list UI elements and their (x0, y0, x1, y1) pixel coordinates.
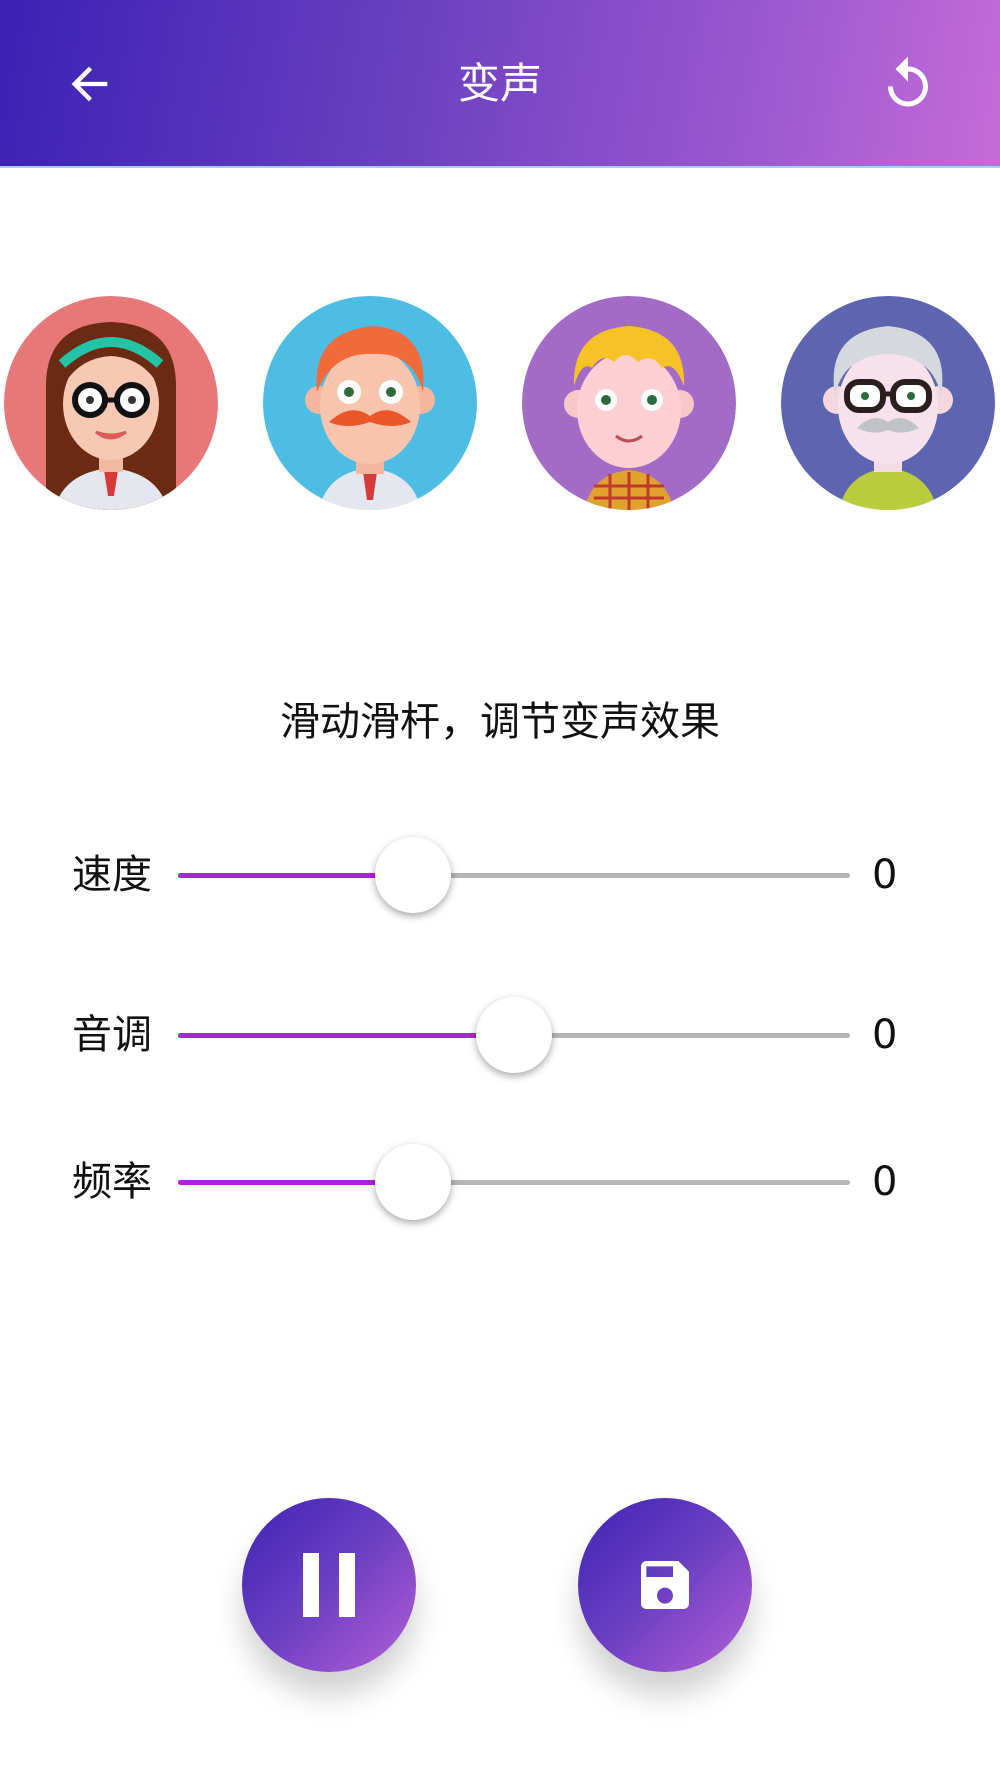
frequency-slider-row: 频率 0 (0, 1137, 1000, 1227)
app-header: 变声 (0, 0, 1000, 168)
refresh-icon (888, 56, 928, 107)
pitch-label: 音调 (72, 1012, 152, 1058)
pause-button[interactable] (242, 1498, 416, 1672)
frequency-value: 0 (872, 1159, 898, 1205)
pause-icon (303, 1553, 355, 1617)
pitch-value: 0 (872, 1012, 898, 1058)
page-title: 变声 (457, 59, 542, 108)
frequency-slider-thumb[interactable] (375, 1144, 452, 1220)
frequency-slider[interactable] (178, 1144, 850, 1220)
pitch-slider-thumb[interactable] (476, 997, 552, 1073)
speed-slider[interactable] (178, 837, 850, 913)
mustache-man-avatar[interactable] (263, 296, 477, 510)
speed-slider-thumb[interactable] (375, 837, 452, 913)
girl-avatar[interactable] (4, 296, 218, 510)
pitch-slider-row: 音调 0 (0, 990, 1000, 1080)
save-button[interactable] (578, 1498, 752, 1672)
pitch-slider[interactable] (178, 997, 850, 1073)
old-man-avatar[interactable] (781, 296, 995, 510)
pitch-slider-fill (178, 1033, 514, 1038)
speed-label: 速度 (72, 852, 152, 898)
refresh-button[interactable] (860, 44, 956, 124)
speed-value: 0 (872, 852, 898, 898)
hint-text: 滑动滑杆，调节变声效果 (280, 699, 720, 745)
boy-avatar[interactable] (522, 296, 736, 510)
save-icon (641, 1561, 689, 1609)
voice-avatar-list (0, 296, 1000, 512)
speed-slider-row: 速度 0 (0, 830, 1000, 920)
frequency-label: 频率 (72, 1159, 152, 1205)
